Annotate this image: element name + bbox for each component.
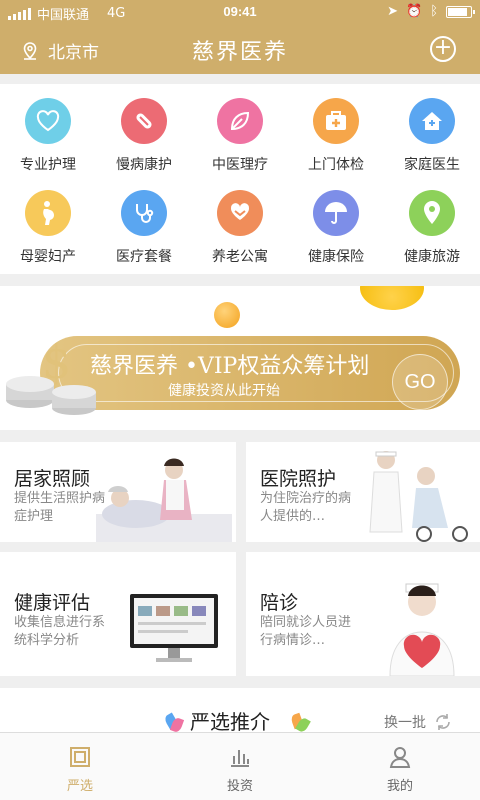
home-icon [409,98,455,144]
medkit-icon [313,98,359,144]
add-button[interactable]: + [430,36,456,62]
monitor-illustration [130,594,218,662]
service-professional-care[interactable]: 专业护理 [0,98,96,174]
service-chronic-care[interactable]: 慢病康护 [96,98,192,174]
caregiver-illustration [96,458,232,542]
service-elderly-apartment[interactable]: 养老公寓 [192,190,288,266]
refresh-button[interactable]: 换一批 [384,712,452,732]
service-label: 专业护理 [20,157,76,173]
card-hospital-care[interactable]: 医院照护 为住院治疗的病人提供的… [246,442,480,542]
nurse-patient-illustration [369,451,468,542]
card-desc: 陪同就诊人员进行病情诊… [260,615,352,648]
heart-icon [25,98,71,144]
tab-bar: 严选 投资 我的 [0,732,480,800]
service-label: 医疗套餐 [116,249,172,265]
card-title: 医院照护 [260,468,337,490]
service-label: 家庭医生 [404,157,460,173]
tab-label: 投资 [226,779,253,794]
service-health-travel[interactable]: 健康旅游 [384,190,480,266]
service-label: 健康旅游 [404,249,460,265]
go-button[interactable]: GO [392,354,448,410]
pill-icon [121,98,167,144]
service-label: 上门体检 [308,157,364,173]
app-title: 慈界医养 [191,40,288,65]
card-title: 居家照顾 [14,468,91,490]
service-label: 慢病康护 [116,157,172,173]
service-label: 母婴妇产 [20,249,76,265]
refresh-icon [436,714,450,730]
card-desc: 提供生活照护病症护理 [14,491,106,524]
service-health-insurance[interactable]: 健康保险 [288,190,384,266]
map-pin-icon [409,190,455,236]
nurse-heart-illustration [389,583,455,676]
service-home-checkup[interactable]: 上门体检 [288,98,384,174]
stethoscope-icon [121,190,167,236]
app-header: 北京市 慈界医养 + [0,24,480,74]
banner-title: 慈界医养 •VIP权益众筹计划 [90,354,370,379]
svg-text:$: $ [42,335,71,389]
user-icon [389,747,411,768]
battery-icon [446,5,475,18]
location-arrow-icon: ➤ [387,4,398,19]
heart-hands-icon [217,190,263,236]
tab-invest[interactable]: 投资 [200,745,280,794]
tab-mine[interactable]: 我的 [360,745,440,794]
umbrella-icon [313,190,359,236]
status-bar: 中国联通 4G 09:41 ➤ ⏰ ᛒ [0,0,480,24]
coin-decoration [214,302,240,328]
recommend-section: 严选推介 换一批 [0,688,480,734]
recommend-title: 严选推介 [190,710,270,734]
service-tcm[interactable]: 中医理疗 [192,98,288,174]
card-title: 陪诊 [260,592,299,614]
service-label: 中医理疗 [212,157,268,173]
service-label: 养老公寓 [212,249,268,265]
refresh-label: 换一批 [384,715,426,731]
card-health-assessment[interactable]: 健康评估 收集信息进行系统科学分析 [0,552,236,676]
featured-icon [70,747,90,767]
card-title: 健康评估 [14,592,91,614]
leaf-icon [217,98,263,144]
vip-banner[interactable]: $ 慈界医养 •VIP权益众筹计划 健康投资从此开始 GO [0,286,480,430]
card-home-care[interactable]: 居家照顾 提供生活照护病症护理 [0,442,236,542]
coin-decoration [360,286,424,310]
card-desc: 为住院治疗的病人提供的… [260,491,352,524]
service-medical-package[interactable]: 医疗套餐 [96,190,192,266]
tab-label: 严选 [66,779,93,794]
service-family-doctor[interactable]: 家庭医生 [384,98,480,174]
service-label: 健康保险 [308,249,364,265]
service-maternity[interactable]: 母婴妇产 [0,190,96,266]
bluetooth-icon: ᛒ [430,4,438,19]
tab-label: 我的 [386,779,413,794]
card-desc: 收集信息进行系统科学分析 [14,615,106,648]
pregnant-icon [25,190,71,236]
tab-featured[interactable]: 严选 [40,745,120,794]
services-grid: 专业护理 慢病康护 中医理疗 上门体检 家庭医生 母婴妇产 医疗套餐 养老公寓 … [0,84,480,274]
banner-subtitle: 健康投资从此开始 [168,383,280,399]
card-accompany[interactable]: 陪诊 陪同就诊人员进行病情诊… [246,552,480,676]
alarm-icon: ⏰ [406,4,423,19]
chart-icon [231,750,249,767]
